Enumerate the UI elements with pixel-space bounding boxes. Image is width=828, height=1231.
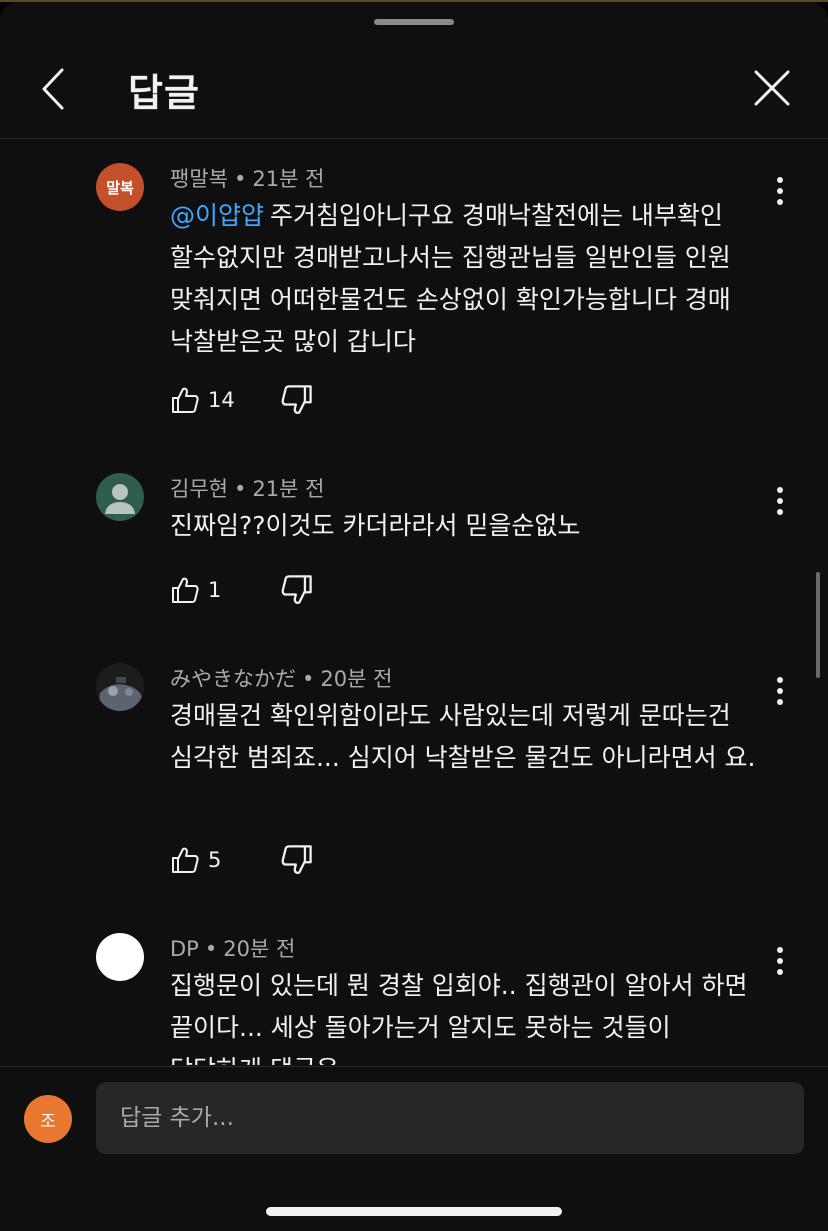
like-button[interactable]: 5 [170,843,221,877]
like-count: 14 [208,388,235,412]
author-name[interactable]: 팽말복 [170,167,228,191]
reply-composer: 조 [0,1066,828,1231]
header: 답글 [0,32,828,139]
thumbs-down-icon [281,845,312,875]
author-name[interactable]: DP [170,937,199,961]
home-indicator [266,1207,562,1216]
more-vert-icon [777,177,783,205]
user-avatar[interactable]: 조 [24,1095,72,1143]
drag-handle[interactable] [374,19,454,25]
thumbs-down-icon [281,575,312,605]
like-count: 1 [208,578,222,602]
more-options-button[interactable] [768,483,792,519]
author-name[interactable]: 김무현 [170,477,228,501]
avatar[interactable] [96,473,144,521]
thumbs-up-icon [172,387,199,413]
dislike-button[interactable] [280,383,314,417]
reply-list[interactable]: 말복 팽말복 • 21분 전 @이얍얍 주거침입아니구요 경매낙찰전에는 내부확인 할… [0,139,828,1065]
mention-link[interactable]: @이얍얍 [170,201,264,230]
reply-text: 경매물건 확인위함이라도 사람있는데 저렇게 문따는건 심각한 범죄죠... 심… [170,701,756,772]
back-button[interactable] [30,64,80,114]
thumbs-up-icon [172,847,199,873]
timestamp: 20분 전 [223,937,296,961]
reply-actions: 5 [170,843,370,877]
timestamp: 21분 전 [252,477,325,501]
reply-text: @이얍얍 주거침입아니구요 경매낙찰전에는 내부확인 할수없지만 경매받고나서는 … [170,195,770,363]
reply-meta: 김무현 • 21분 전 [170,477,325,501]
close-icon [754,70,790,106]
reply-text: 진짜임??이것도 카더라라서 믿을순없노 [170,511,581,540]
reply-actions: 14 [170,383,370,417]
reply-text: 집행문이 있는데 뭔 경찰 입회야.. 집행관이 알아서 하면 끝이다... 세… [170,971,748,1065]
reply-actions: 1 [170,573,370,607]
default-user-icon [105,484,135,514]
more-options-button[interactable] [768,173,792,209]
avatar[interactable]: 말복 [96,163,144,211]
add-reply-input[interactable] [96,1082,804,1154]
page-title: 답글 [128,71,200,115]
dislike-button[interactable] [280,573,314,607]
timestamp: 20분 전 [320,667,393,691]
more-vert-icon [777,487,783,515]
reply-meta: 팽말복 • 21분 전 [170,167,325,191]
avatar-initials: 말복 [106,178,134,197]
more-options-button[interactable] [768,673,792,709]
more-vert-icon [777,677,783,705]
more-vert-icon [777,947,783,975]
more-options-button[interactable] [768,943,792,979]
avatar[interactable] [96,663,144,711]
close-button[interactable] [748,64,796,112]
dislike-button[interactable] [280,843,314,877]
reply-meta: みやきなかだ • 20분 전 [170,667,393,691]
timestamp: 21분 전 [252,167,325,191]
reply-meta: DP • 20분 전 [170,937,296,961]
author-name[interactable]: みやきなかだ [170,667,296,691]
thumbs-up-icon [172,577,199,603]
like-button[interactable]: 14 [170,383,235,417]
replies-sheet: 답글 말복 팽말복 • 21분 전 @이얍얍 주거침입아니구요 경매낙찰전에는 내 [0,2,828,1231]
profile-photo-icon [96,663,144,711]
avatar[interactable] [96,933,144,981]
chevron-left-icon [42,68,64,110]
scrollbar[interactable] [816,572,820,678]
thumbs-down-icon [281,385,312,415]
like-count: 5 [208,848,222,872]
like-button[interactable]: 1 [170,573,221,607]
